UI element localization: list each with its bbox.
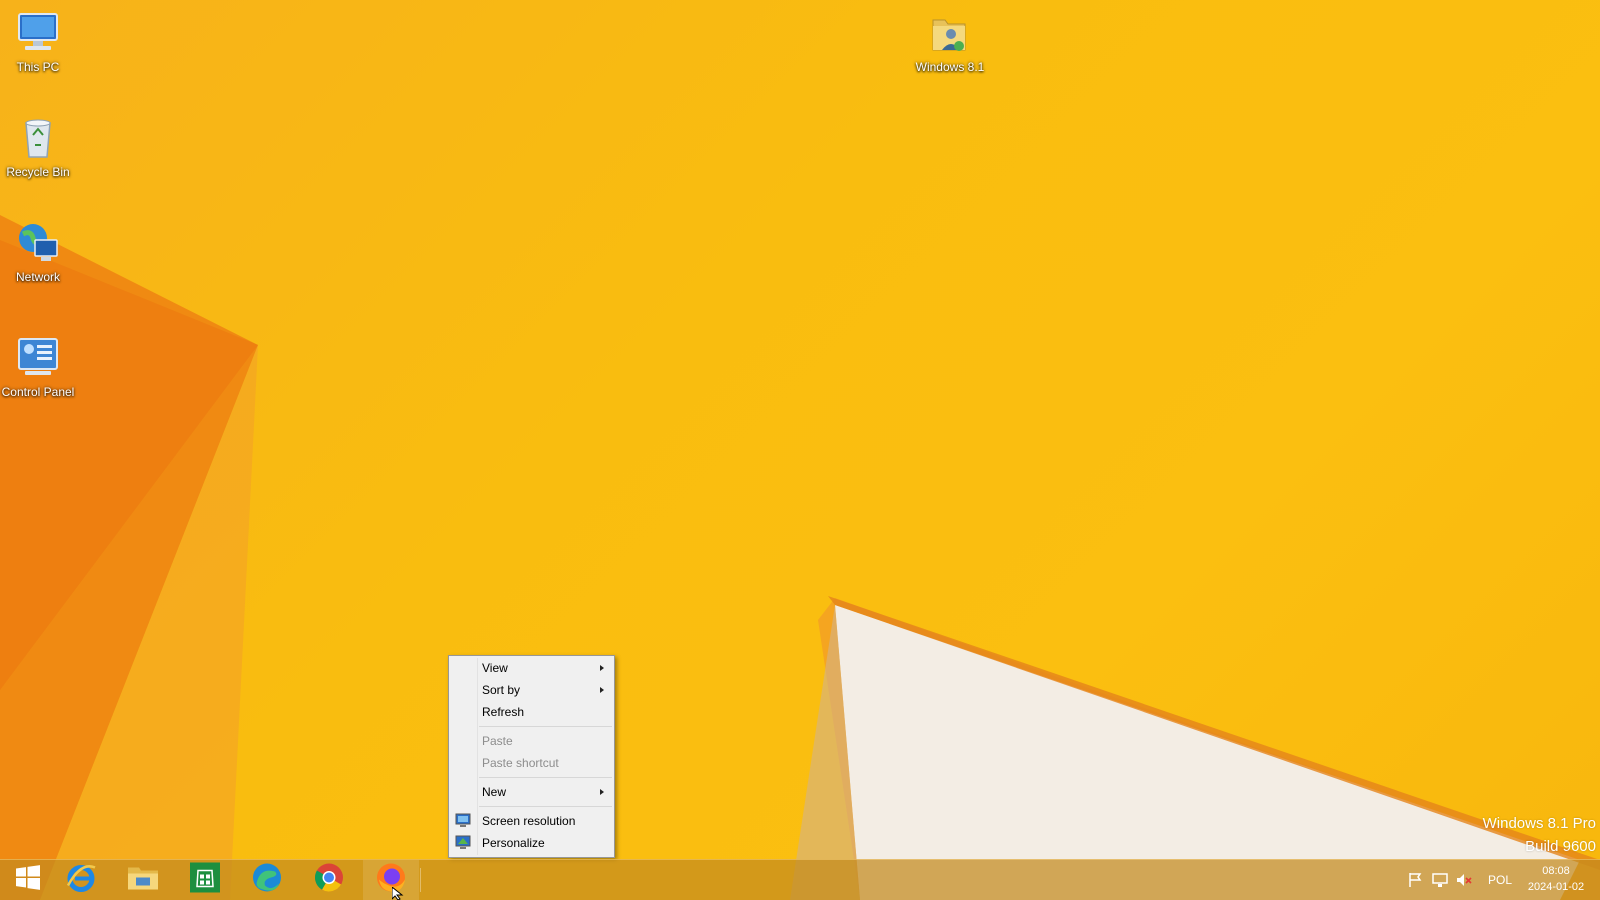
edge-icon [251,862,283,899]
menu-item-label: View [482,661,508,675]
menu-item-view[interactable]: View [449,657,614,679]
taskbar-divider [420,868,421,892]
taskbar-firefox[interactable] [363,860,419,900]
taskbar-file-explorer[interactable] [115,860,171,900]
menu-item-label: Personalize [482,836,545,850]
internet-explorer-icon [65,862,97,899]
desktop-icon-this-pc[interactable]: This PC [0,10,76,74]
menu-item-screen-resolution[interactable]: Screen resolution [449,810,614,832]
menu-item-label: Paste [482,734,513,748]
desktop-icon-label: Recycle Bin [6,165,70,179]
menu-item-paste-shortcut: Paste shortcut [449,752,614,774]
volume-muted-icon[interactable] [1456,872,1472,891]
menu-item-label: New [482,785,507,799]
taskbar: POL 08:08 2024-01-02 [0,859,1600,900]
store-icon [190,862,220,898]
windows-logo-icon [15,865,41,896]
watermark-build: Build 9600 [1525,838,1596,855]
mouse-cursor-icon [392,887,404,900]
menu-separator [479,726,612,727]
clock-date: 2024-01-02 [1527,881,1585,893]
submenu-arrow-icon [600,665,604,671]
folder-icon [127,864,159,897]
desktop-icon-windows-8-1-folder[interactable]: Windows 8.1 [912,10,988,74]
wallpaper [0,215,1600,900]
clock-time: 08:08 [1542,865,1570,877]
submenu-arrow-icon [600,687,604,693]
menu-item-label: Sort by [482,683,521,697]
desktop-icon-label: Control Panel [1,385,75,399]
chrome-icon [313,862,345,899]
taskbar-chrome[interactable] [301,860,357,900]
menu-item-label: Screen resolution [482,814,576,828]
network-tray-icon[interactable] [1432,872,1448,891]
clock[interactable]: 08:08 2024-01-02 [1520,863,1592,895]
desktop-icon-label: Windows 8.1 [915,60,985,74]
desktop-context-menu: View Sort by Refresh Paste Paste shortcu… [448,655,615,858]
desktop-icon-label: Network [15,270,60,284]
submenu-arrow-icon [600,789,604,795]
taskbar-edge[interactable] [239,860,295,900]
recycle-bin-icon [15,115,61,161]
start-button[interactable] [0,860,56,900]
screen-resolution-icon [455,813,471,828]
watermark-edition: Windows 8.1 Pro [1482,815,1596,832]
desktop-icon-recycle-bin[interactable]: Recycle Bin [0,115,76,179]
menu-item-new[interactable]: New [449,781,614,803]
menu-item-personalize[interactable]: Personalize [449,832,614,854]
menu-item-label: Refresh [482,705,525,719]
desktop-icon-control-panel[interactable]: Control Panel [0,335,76,399]
menu-item-sort-by[interactable]: Sort by [449,679,614,701]
action-center-flag-icon[interactable] [1408,872,1422,891]
user-folder-icon [927,10,973,56]
network-icon [15,220,61,266]
this-pc-icon [15,10,61,56]
taskbar-store[interactable] [177,860,233,900]
menu-item-refresh[interactable]: Refresh [449,701,614,723]
menu-separator [479,777,612,778]
desktop-icon-label: This PC [16,60,60,74]
input-language-indicator[interactable]: POL [1488,873,1512,887]
menu-item-paste: Paste [449,730,614,752]
personalize-icon [455,835,471,850]
menu-item-label: Paste shortcut [482,756,559,770]
control-panel-icon [15,335,61,381]
desktop-icon-network[interactable]: Network [0,220,76,284]
menu-separator [479,806,612,807]
windows-version-watermark: Windows 8.1 Pro Build 9600 [1483,815,1596,855]
taskbar-internet-explorer[interactable] [53,860,109,900]
system-tray: POL 08:08 2024-01-02 [1400,860,1600,900]
